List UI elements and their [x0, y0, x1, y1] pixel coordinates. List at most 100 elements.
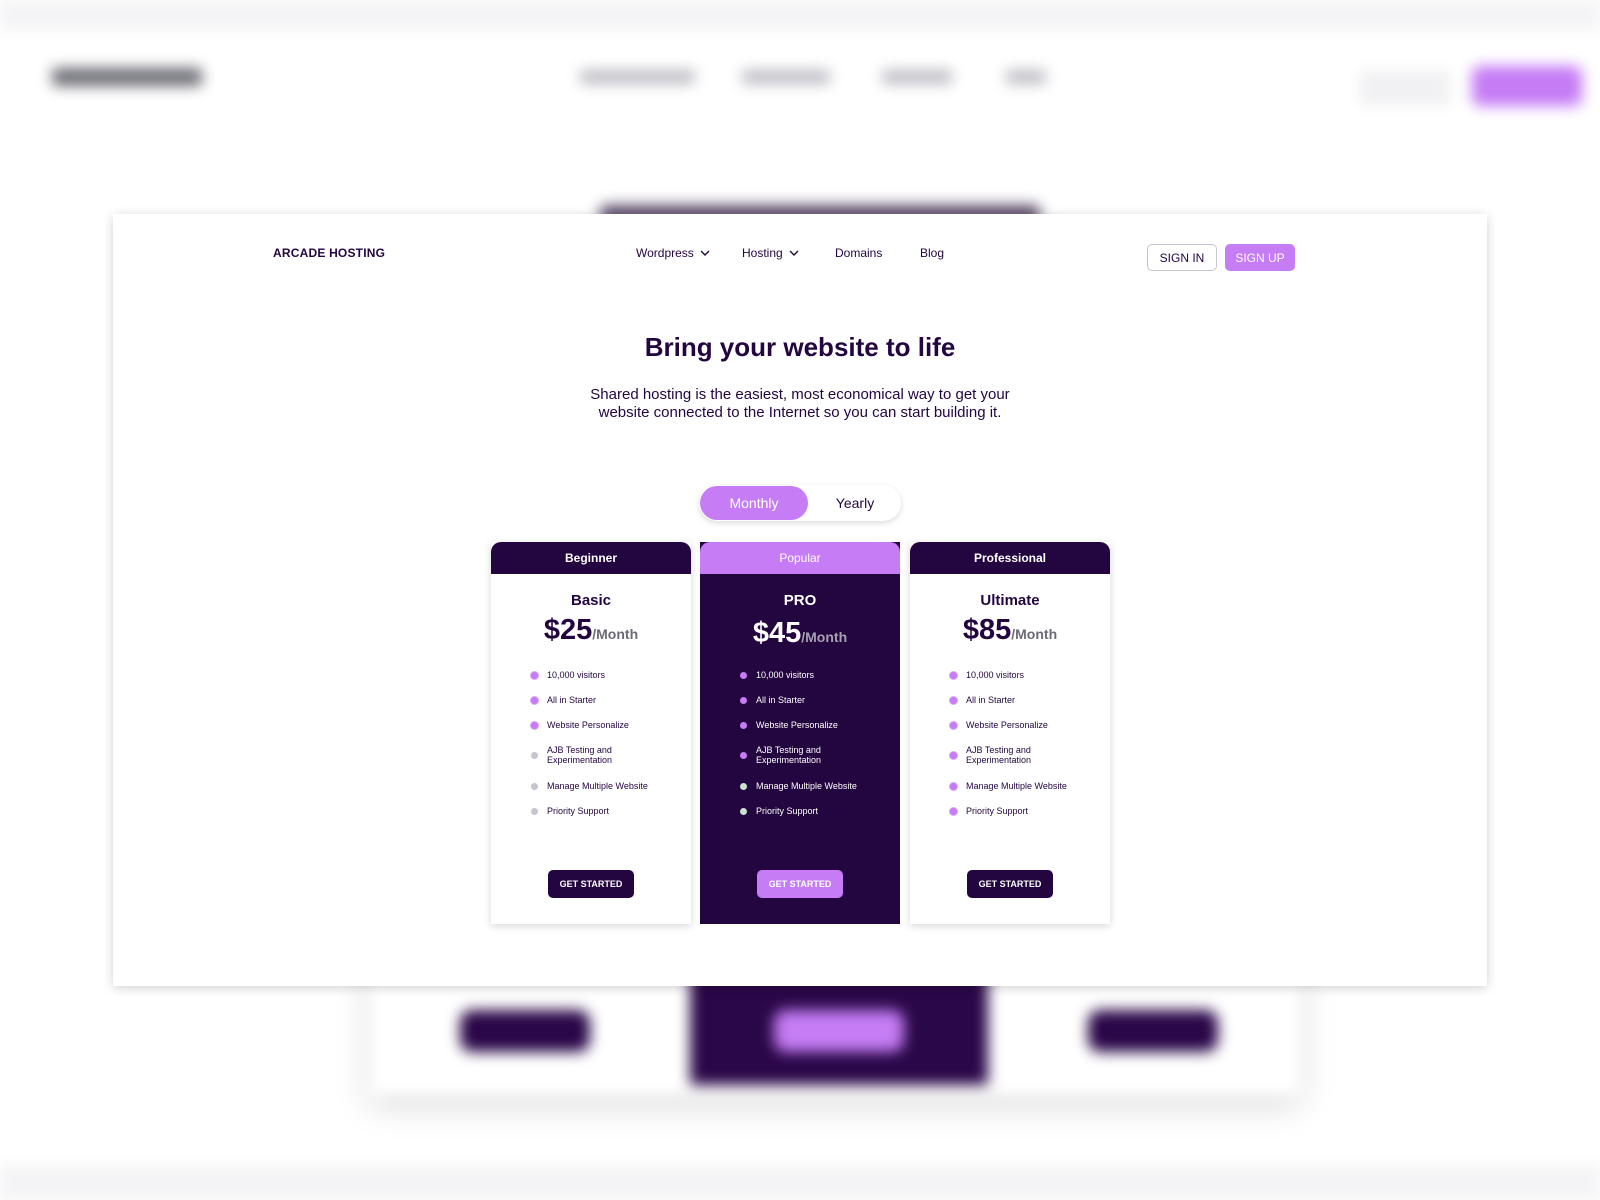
feature-item: 10,000 visitors [531, 670, 681, 680]
get-started-button[interactable]: GET STARTED [548, 870, 634, 898]
bg-logo [52, 68, 202, 86]
chevron-down-icon [700, 250, 710, 256]
feature-item: All in Starter [740, 695, 890, 705]
dot-icon [531, 782, 538, 790]
feature-text: All in Starter [547, 695, 597, 705]
price-period: /Month [801, 629, 848, 645]
feature-text: 10,000 visitors [547, 670, 606, 680]
check-dot-icon [950, 782, 957, 790]
nav-label: Domains [835, 246, 883, 260]
plan-tier: Beginner [491, 542, 691, 574]
billing-toggle: Monthly Yearly [699, 485, 901, 521]
hero-subtitle: Shared hosting is the easiest, most econ… [590, 386, 1010, 421]
plan-card-basic: Beginner Basic $25/Month 10,000 visitors… [491, 542, 691, 924]
plan-name: Basic [570, 592, 612, 609]
check-dot-icon [740, 696, 747, 704]
feature-item: AJB Testing and Experimentation [740, 745, 890, 765]
get-started-button[interactable]: GET STARTED [757, 870, 843, 898]
feature-item: AJB Testing and Experimentation [531, 745, 681, 765]
feature-item: 10,000 visitors [740, 670, 890, 680]
feature-item: All in Starter [531, 695, 681, 705]
price-amount: $85 [962, 614, 1012, 646]
plan-tier: Professional [910, 542, 1110, 574]
feature-item: 10,000 visitors [950, 670, 1100, 680]
feature-text: Website Personalize [547, 720, 629, 730]
bg-nav-item [882, 70, 952, 84]
bg-signup [1472, 66, 1582, 106]
bg-nav-item [580, 70, 695, 84]
nav-label: Hosting [742, 246, 783, 260]
check-dot-icon [740, 721, 747, 729]
plan-tier: Popular [700, 542, 900, 574]
pricing-page: ARCADE HOSTING Wordpress Hosting Domains… [113, 214, 1487, 986]
feature-item: All in Starter [950, 695, 1100, 705]
check-dot-icon [531, 721, 538, 729]
toggle-yearly[interactable]: Yearly [811, 486, 899, 520]
bg-button [774, 1010, 904, 1052]
feature-text: Website Personalize [756, 720, 838, 730]
nav-item-wordpress[interactable]: Wordpress [636, 246, 711, 260]
nav-item-domains[interactable]: Domains [835, 246, 882, 260]
nav-label: Blog [920, 246, 945, 260]
feature-item: Website Personalize [531, 720, 681, 730]
price-amount: $45 [752, 617, 802, 649]
feature-text: All in Starter [756, 695, 806, 705]
feature-text: Priority Support [547, 806, 610, 816]
hero-title: Bring your website to life [644, 332, 956, 362]
nav-item-hosting[interactable]: Hosting [742, 246, 800, 260]
plan-card-ultimate: Professional Ultimate $85/Month 10,000 v… [910, 542, 1110, 924]
bg-nav-item [742, 70, 830, 84]
plan-price: $85/Month [910, 614, 1110, 647]
check-dot-icon [950, 671, 957, 679]
dot-icon [531, 751, 538, 759]
check-dot-icon [950, 807, 957, 815]
feature-item: Priority Support [531, 806, 681, 816]
plan-price: $25/Month [491, 614, 691, 647]
brand-logo[interactable]: ARCADE HOSTING [273, 246, 385, 260]
price-amount: $25 [543, 614, 593, 646]
check-dot-icon [950, 751, 957, 759]
check-dot-icon [531, 696, 538, 704]
feature-text: Manage Multiple Website [966, 781, 1067, 791]
feature-text: Priority Support [966, 806, 1029, 816]
feature-item: Manage Multiple Website [531, 781, 681, 791]
chevron-down-icon [789, 250, 799, 256]
check-dot-icon [740, 751, 747, 759]
nav-item-blog[interactable]: Blog [920, 246, 944, 260]
plan-name: PRO [783, 592, 817, 609]
feature-item: AJB Testing and Experimentation [950, 745, 1100, 765]
dot-icon [531, 807, 538, 815]
dot-icon [740, 782, 747, 790]
feature-item: Priority Support [740, 806, 890, 816]
sign-up-button[interactable]: SIGN UP [1225, 244, 1295, 271]
feature-text: Priority Support [756, 806, 819, 816]
feature-text: AJB Testing and Experimentation [547, 745, 613, 765]
check-dot-icon [531, 671, 538, 679]
check-dot-icon [740, 671, 747, 679]
toggle-monthly[interactable]: Monthly [700, 486, 808, 520]
dot-icon [740, 807, 747, 815]
feature-text: AJB Testing and Experimentation [966, 745, 1032, 765]
check-dot-icon [950, 721, 957, 729]
check-dot-icon [950, 696, 957, 704]
feature-item: Manage Multiple Website [950, 781, 1100, 791]
plan-card-pro: Popular PRO $45/Month 10,000 visitors Al… [700, 542, 900, 924]
bg-signin [1360, 70, 1450, 106]
bg-top-bar [0, 0, 1600, 30]
feature-item: Manage Multiple Website [740, 781, 890, 791]
feature-text: AJB Testing and Experimentation [756, 745, 822, 765]
feature-text: Manage Multiple Website [756, 781, 857, 791]
feature-text: Website Personalize [966, 720, 1048, 730]
bg-nav-item [1006, 70, 1046, 84]
bg-footer [0, 1165, 1600, 1200]
bg-button [460, 1010, 590, 1052]
feature-item: Priority Support [950, 806, 1100, 816]
bg-button [1088, 1010, 1218, 1052]
feature-text: All in Starter [966, 695, 1016, 705]
feature-text: 10,000 visitors [966, 670, 1025, 680]
sign-in-button[interactable]: SIGN IN [1147, 244, 1217, 271]
feature-text: Manage Multiple Website [547, 781, 648, 791]
nav-label: Wordpress [636, 246, 694, 260]
feature-text: 10,000 visitors [756, 670, 815, 680]
get-started-button[interactable]: GET STARTED [967, 870, 1053, 898]
